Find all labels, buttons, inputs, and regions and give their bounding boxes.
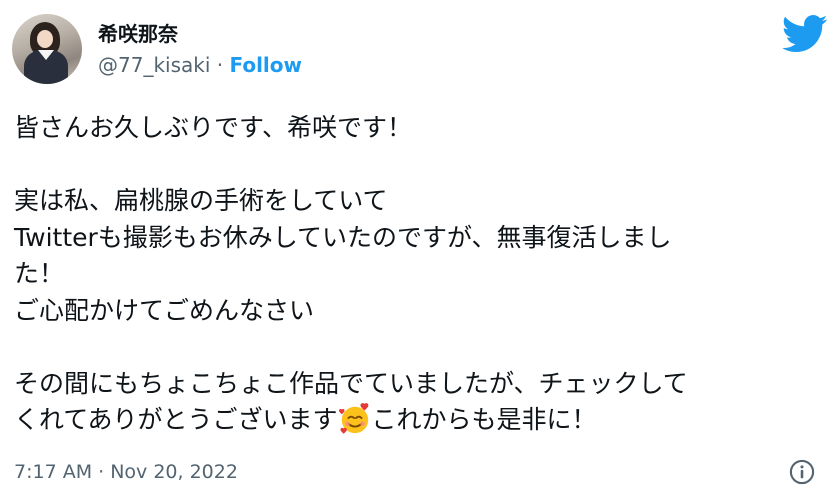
info-icon[interactable] [788, 458, 816, 486]
tweet-header: 希咲那奈 @77_kisaki · Follow [12, 10, 828, 88]
author-display-name[interactable]: 希咲那奈 [98, 22, 178, 46]
tweet-line: 実は私、扁桃腺の手術をしていて [14, 186, 388, 215]
tweet-footer: 7:17 AM · Nov 20, 2022 [14, 458, 826, 488]
tweet-line: これからも是非に！ [371, 405, 597, 434]
tweet-line: Twitterも撮影もお休みしていたのですが、無事復活しまし [14, 222, 672, 252]
tweet-line: その間にもちょこちょこ作品でていましたが、チェックして [14, 368, 688, 398]
tweet-card: 希咲那奈 @77_kisaki · Follow 皆さんお久しぶりです、希咲です… [0, 0, 840, 502]
tweet-line: くれてありがとうございます [14, 405, 338, 434]
twitter-bird-icon[interactable] [782, 14, 828, 54]
tweet-line: ご心配かけてごめんなさい [14, 295, 315, 325]
follow-link[interactable]: Follow [229, 53, 302, 77]
author-handle-row: @77_kisaki · Follow [98, 53, 302, 77]
tweet-line: 皆さんお久しぶりです、希咲です！ [14, 113, 413, 142]
avatar[interactable] [12, 14, 82, 84]
tweet-timestamp[interactable]: 7:17 AM · Nov 20, 2022 [14, 458, 238, 486]
handle-separator: · [210, 53, 230, 77]
author-handle[interactable]: @77_kisaki [98, 53, 210, 77]
tweet-line: た！ [14, 259, 65, 288]
tweet-text: 皆さんお久しぶりです、希咲です！ 実は私、扁桃腺の手術をしていて Twitter… [14, 110, 826, 439]
smiling-face-with-hearts-icon [338, 403, 368, 434]
avatar-face [37, 30, 53, 48]
